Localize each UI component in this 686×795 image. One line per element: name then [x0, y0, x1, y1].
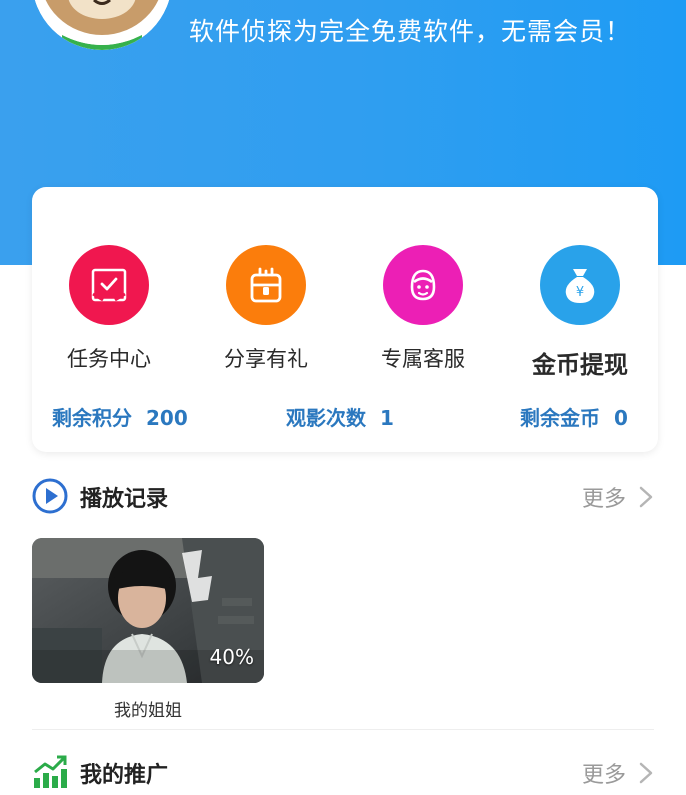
remaining-points-label: 剩余积分	[52, 406, 132, 430]
coin-withdraw-label: 金币提现	[532, 351, 628, 379]
my-promotion-more-label: 更多	[581, 763, 626, 788]
customer-service-label: 专属客服	[381, 347, 465, 371]
svg-text:¥: ¥	[576, 285, 584, 300]
view-count-value: 1	[380, 406, 394, 430]
remaining-points-value: 200	[146, 406, 188, 430]
play-history-more-label: 更多	[581, 487, 626, 512]
remaining-points: 剩余积分 200	[52, 402, 188, 431]
avatar[interactable]	[32, 0, 172, 50]
play-icon	[32, 478, 68, 514]
bear-avatar-icon	[32, 0, 172, 50]
share-gift-button[interactable]: 分享有礼	[196, 245, 336, 373]
my-promotion-header: 我的推广 更多	[32, 752, 654, 792]
view-count: 观影次数 1	[286, 402, 394, 431]
money-bag-icon: ¥	[540, 245, 620, 325]
customer-service-icon	[383, 245, 463, 325]
task-center-label: 任务中心	[67, 347, 151, 371]
gift-icon	[226, 245, 306, 325]
section-divider	[32, 729, 654, 730]
chevron-right-icon	[639, 486, 653, 508]
task-icon	[69, 245, 149, 325]
remaining-coins-label: 剩余金币	[520, 406, 600, 430]
growth-chart-icon	[34, 755, 67, 788]
my-promotion-more-button[interactable]: 更多	[582, 757, 654, 789]
features-card: 任务中心 分享有礼 专属客服 ¥ 金币提现 剩余积分 200 观影次数 1 剩余…	[32, 187, 658, 452]
video-title[interactable]: 我的姐姐	[32, 696, 264, 721]
chevron-right-icon	[639, 762, 653, 784]
play-history-more-button[interactable]: 更多	[582, 481, 654, 513]
video-thumbnail[interactable]: 40%	[32, 538, 264, 683]
task-center-button[interactable]: 任务中心	[39, 245, 179, 373]
view-count-label: 观影次数	[286, 406, 366, 430]
remaining-coins-value: 0	[614, 406, 628, 430]
watch-progress-label: 40%	[209, 645, 254, 669]
play-history-header: 播放记录 更多	[32, 476, 654, 516]
coin-withdraw-button[interactable]: ¥ 金币提现	[510, 245, 650, 380]
slogan-text: 软件侦探为完全免费软件，无需会员！	[189, 17, 632, 46]
customer-service-button[interactable]: 专属客服	[353, 245, 493, 373]
remaining-coins: 剩余金币 0	[520, 402, 628, 431]
play-history-title: 播放记录	[80, 487, 169, 512]
my-promotion-title: 我的推广	[80, 763, 169, 788]
share-gift-label: 分享有礼	[224, 347, 308, 371]
